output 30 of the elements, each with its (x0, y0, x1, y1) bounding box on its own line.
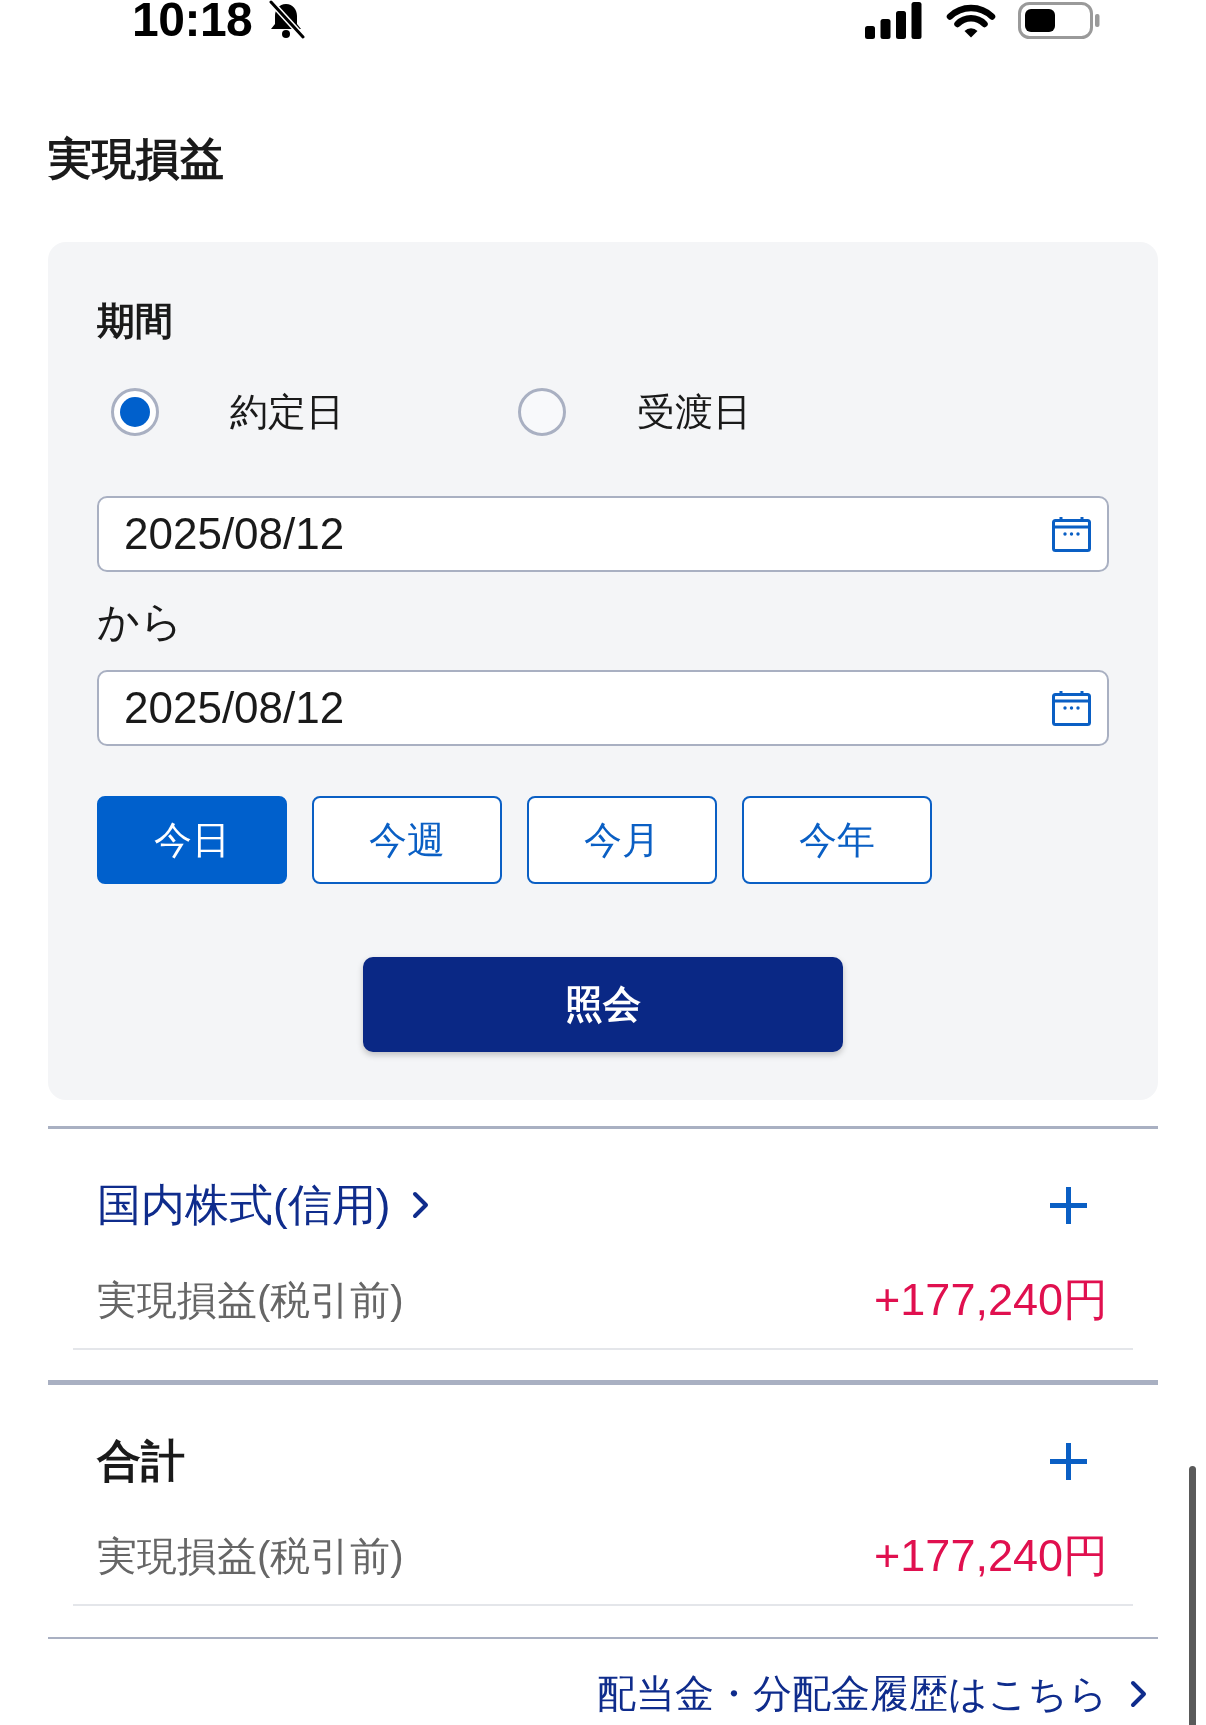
search-button[interactable]: 照会 (363, 957, 843, 1052)
page-title: 実現損益 (48, 134, 224, 184)
chevron-right-icon (1130, 1680, 1147, 1708)
calendar-icon[interactable] (1052, 516, 1091, 552)
plus-icon[interactable] (1048, 1184, 1089, 1226)
from-label: から (97, 597, 183, 647)
plus-icon[interactable] (1048, 1440, 1089, 1482)
battery-icon (1018, 1, 1100, 39)
period-preset-button[interactable]: 今日 (97, 796, 287, 884)
status-time: 10:18 (132, 0, 253, 40)
date-field[interactable]: 2025/08/12 (97, 496, 1109, 572)
radio-label[interactable]: 約定日 (230, 387, 344, 437)
radio-button[interactable] (518, 388, 566, 436)
category-link[interactable]: 国内株式(信用) (97, 1177, 430, 1233)
period-preset-button[interactable]: 今月 (527, 796, 717, 884)
radio-button[interactable] (111, 388, 159, 436)
chevron-right-icon (412, 1191, 430, 1219)
calendar-icon[interactable] (1052, 690, 1091, 726)
period-preset-button[interactable]: 今週 (312, 796, 502, 884)
profit-value: +177,240円 (874, 1275, 1108, 1325)
dividend-history-link[interactable]: 配当金・分配金履歴はこちら (597, 1668, 1147, 1720)
row-label: 実現損益(税引前) (97, 1533, 404, 1580)
row-label: 実現損益(税引前) (97, 1277, 404, 1324)
section-title: 合計 (97, 1435, 185, 1487)
period-label: 期間 (97, 299, 173, 343)
radio-label[interactable]: 受渡日 (637, 387, 751, 437)
profit-value: +177,240円 (874, 1531, 1108, 1581)
period-preset-button[interactable]: 今年 (742, 796, 932, 884)
date-field[interactable]: 2025/08/12 (97, 670, 1109, 746)
signal-icon (865, 1, 922, 39)
